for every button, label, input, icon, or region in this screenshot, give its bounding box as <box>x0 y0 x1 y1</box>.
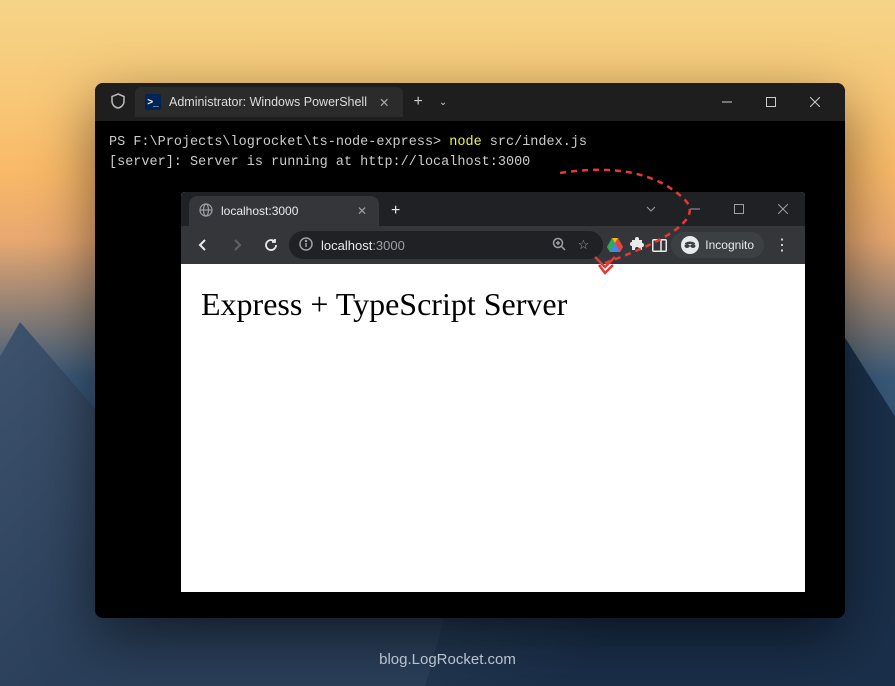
close-button[interactable] <box>793 87 837 117</box>
address-host: localhost <box>321 238 372 253</box>
address-port: :3000 <box>372 238 405 253</box>
browser-tab[interactable]: localhost:3000 ✕ <box>189 196 379 226</box>
back-button[interactable] <box>187 229 219 261</box>
page-content: Express + TypeScript Server <box>181 264 805 345</box>
footer-attribution: blog.LogRocket.com <box>0 651 895 668</box>
terminal-line: PS F:\Projects\logrocket\ts-node-express… <box>109 133 831 153</box>
close-icon[interactable]: ✕ <box>355 202 369 220</box>
close-icon[interactable]: ✕ <box>375 93 393 112</box>
terminal-tab-title: Administrator: Windows PowerShell <box>169 95 367 109</box>
minimize-button[interactable] <box>705 87 749 117</box>
address-bar[interactable]: localhost:3000 ☆ <box>289 231 603 259</box>
bookmark-icon[interactable]: ☆ <box>574 237 594 253</box>
site-info-icon[interactable] <box>299 237 313 254</box>
globe-icon <box>199 203 213 220</box>
browser-window: localhost:3000 ✕ + <box>181 192 805 592</box>
google-drive-icon[interactable] <box>605 235 625 255</box>
command-binary: node <box>449 135 481 150</box>
new-tab-button[interactable]: + <box>403 93 432 111</box>
forward-button[interactable] <box>221 229 253 261</box>
terminal-output[interactable]: PS F:\Projects\logrocket\ts-node-express… <box>95 121 845 186</box>
incognito-label: Incognito <box>705 238 754 252</box>
prompt-prefix: PS <box>109 135 133 150</box>
tab-dropdown-button[interactable]: ⌄ <box>433 97 453 108</box>
side-panel-icon[interactable] <box>649 235 669 255</box>
terminal-line: [server]: Server is running at http://lo… <box>109 153 831 173</box>
powershell-icon: >_ <box>145 94 161 110</box>
page-heading: Express + TypeScript Server <box>201 286 785 323</box>
maximize-button[interactable] <box>717 194 761 224</box>
reload-button[interactable] <box>255 229 287 261</box>
command-argument: src/index.js <box>490 135 587 150</box>
minimize-button[interactable] <box>673 194 717 224</box>
zoom-icon[interactable] <box>552 237 566 254</box>
browser-tabbar[interactable]: localhost:3000 ✕ + <box>181 192 805 226</box>
new-tab-button[interactable]: + <box>379 202 412 226</box>
terminal-tab[interactable]: >_ Administrator: Windows PowerShell ✕ <box>135 87 403 117</box>
maximize-button[interactable] <box>749 87 793 117</box>
close-button[interactable] <box>761 194 805 224</box>
menu-button[interactable]: ⋮ <box>766 235 799 255</box>
shield-icon <box>111 93 127 111</box>
extensions-icon[interactable] <box>627 235 647 255</box>
tab-dropdown-button[interactable] <box>629 194 673 224</box>
prompt-path: F:\Projects\logrocket\ts-node-express> <box>133 135 441 150</box>
incognito-icon <box>681 236 699 254</box>
terminal-titlebar[interactable]: >_ Administrator: Windows PowerShell ✕ +… <box>95 83 845 121</box>
incognito-badge[interactable]: Incognito <box>671 232 764 258</box>
browser-tab-title: localhost:3000 <box>221 204 298 218</box>
browser-toolbar: localhost:3000 ☆ Incognito ⋮ <box>181 226 805 264</box>
